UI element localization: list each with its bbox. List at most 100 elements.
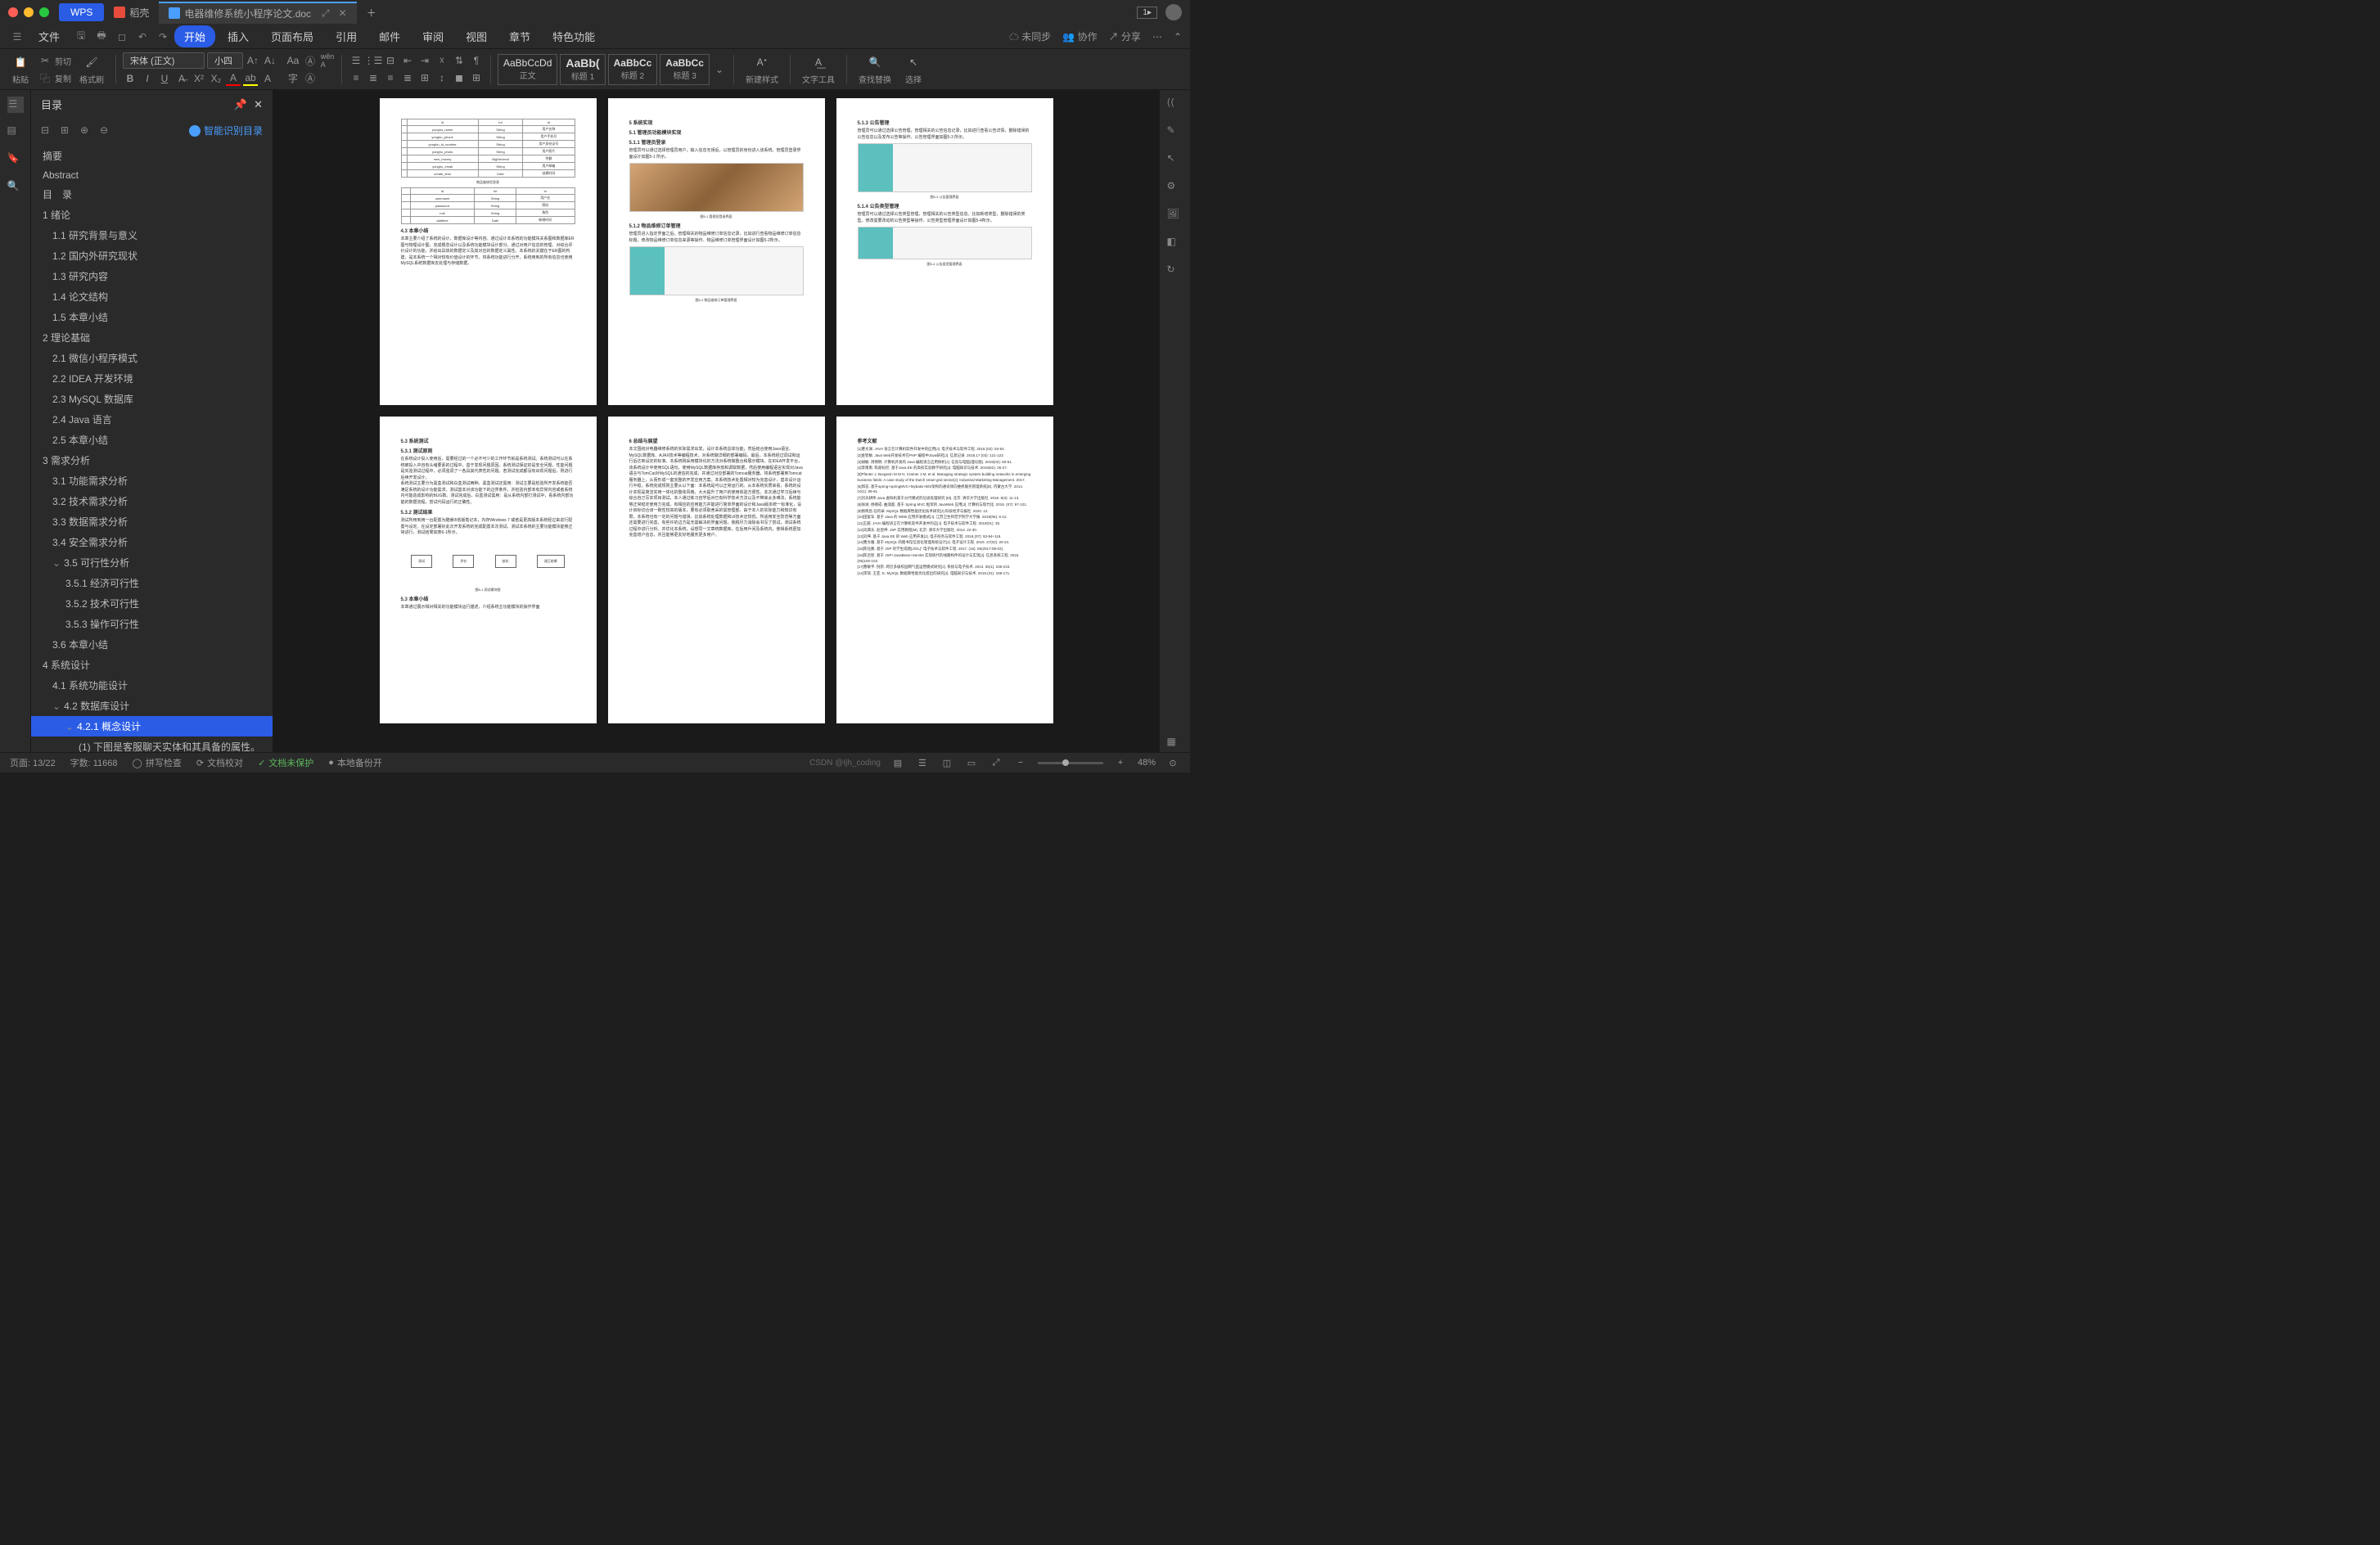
- outline-pin-icon[interactable]: 📌: [234, 98, 247, 111]
- align-justify-icon[interactable]: ≣: [400, 70, 415, 85]
- view-outline-icon[interactable]: ☰: [915, 755, 930, 770]
- toc-item[interactable]: 目 录: [31, 184, 273, 205]
- tab-document[interactable]: 电器维修系统小程序论文.doc⤢✕: [159, 2, 356, 24]
- toc-item[interactable]: 3.5 可行性分析: [31, 552, 273, 573]
- align-center-icon[interactable]: ≣: [366, 70, 381, 85]
- cursor-icon[interactable]: ↖: [1167, 152, 1183, 169]
- bullets-icon[interactable]: ☰: [349, 53, 363, 68]
- menu-insert[interactable]: 插入: [218, 25, 259, 47]
- maximize-icon[interactable]: [39, 7, 49, 17]
- style-heading3[interactable]: AaBbCc标题 3: [660, 54, 710, 85]
- toc-item[interactable]: 摘要: [31, 146, 273, 166]
- font-color-icon[interactable]: A: [226, 71, 241, 86]
- text-tool-button[interactable]: A͟文字工具: [797, 53, 840, 85]
- preview-icon[interactable]: ◻: [113, 28, 131, 46]
- align-right-icon[interactable]: ≡: [383, 70, 398, 85]
- italic-icon[interactable]: I: [140, 71, 155, 86]
- document-canvas[interactable]: IdIntidyonghu_nameString用户名称yonghu_phone…: [273, 90, 1159, 752]
- apps-icon[interactable]: ▦: [1167, 736, 1183, 752]
- borders-icon[interactable]: ⊞: [469, 70, 484, 85]
- cut-button[interactable]: ✂剪切: [38, 53, 71, 68]
- menu-file[interactable]: 文件: [29, 25, 70, 47]
- view-page-icon[interactable]: ▤: [890, 755, 905, 770]
- menu-chapter[interactable]: 章节: [499, 25, 540, 47]
- toc-item[interactable]: Abstract: [31, 166, 273, 184]
- adjust-icon[interactable]: ⚙: [1167, 180, 1183, 196]
- toc-item[interactable]: 2 理论基础: [31, 327, 273, 348]
- char-border-icon[interactable]: A: [260, 71, 275, 86]
- phonetic-icon[interactable]: wěnA: [320, 53, 335, 68]
- zoom-level[interactable]: 48%: [1138, 758, 1156, 768]
- case-icon[interactable]: Aa: [286, 53, 300, 68]
- outline-collapse-icon[interactable]: ⊟: [41, 124, 54, 137]
- view-read-icon[interactable]: ▭: [964, 755, 979, 770]
- collapse-right-icon[interactable]: ⟨⟨: [1167, 97, 1183, 113]
- toc-item[interactable]: 3.5.2 技术可行性: [31, 593, 273, 614]
- zoom-out-icon[interactable]: −: [1013, 755, 1028, 770]
- window-layout-icon[interactable]: 1▸: [1137, 7, 1157, 19]
- bold-icon[interactable]: B: [123, 71, 137, 86]
- menu-layout[interactable]: 页面布局: [261, 25, 323, 47]
- style-normal[interactable]: AaBbCcDd正文: [498, 54, 557, 85]
- fullscreen-icon[interactable]: ⤢: [989, 755, 1003, 770]
- status-doc-check[interactable]: ⟳ 文档校对: [196, 756, 243, 769]
- toc-item[interactable]: 1 绪论: [31, 205, 273, 225]
- new-tab-button[interactable]: ＋: [357, 2, 386, 23]
- toc-item[interactable]: 1.1 研究背景与意义: [31, 225, 273, 245]
- toc-item[interactable]: 1.2 国内外研究现状: [31, 245, 273, 266]
- select-button[interactable]: ↖选择: [899, 53, 927, 85]
- toc-item[interactable]: 4 系统设计: [31, 655, 273, 675]
- toc-item[interactable]: 2.1 微信小程序模式: [31, 348, 273, 368]
- outline-remove-icon[interactable]: ⊖: [100, 124, 113, 137]
- multilevel-icon[interactable]: ⊟: [383, 53, 398, 68]
- toc-item[interactable]: 4.2.1 概念设计: [31, 716, 273, 736]
- minimize-icon[interactable]: [24, 7, 34, 17]
- print-icon[interactable]: 🖶: [92, 28, 110, 46]
- menu-reference[interactable]: 引用: [326, 25, 367, 47]
- decrease-indent-icon[interactable]: ⇤: [400, 53, 415, 68]
- pages-panel-icon[interactable]: ▤: [7, 124, 24, 141]
- zoom-in-icon[interactable]: +: [1113, 755, 1128, 770]
- save-icon[interactable]: 🖫: [72, 28, 90, 46]
- toc-item[interactable]: 4.2 数据库设计: [31, 696, 273, 716]
- outline-list[interactable]: 摘要Abstract目 录1 绪论1.1 研究背景与意义1.2 国内外研究现状 1…: [31, 142, 273, 752]
- toc-item[interactable]: 3.6 本章小结: [31, 634, 273, 655]
- find-replace-button[interactable]: 🔍查找替换: [854, 53, 896, 85]
- sync-status[interactable]: ☁ 未同步: [1009, 29, 1051, 43]
- view-web-icon[interactable]: ◫: [940, 755, 954, 770]
- increase-indent-icon[interactable]: ⇥: [417, 53, 432, 68]
- shrink-font-icon[interactable]: A↓: [263, 53, 277, 68]
- superscript-icon[interactable]: X²: [192, 71, 206, 86]
- toc-item[interactable]: 3.2 技术需求分析: [31, 491, 273, 511]
- status-backup[interactable]: ● 本地备份开: [328, 756, 382, 769]
- new-style-button[interactable]: Aᐩ新建样式: [741, 53, 783, 85]
- toc-item[interactable]: 1.5 本章小结: [31, 307, 273, 327]
- collapse-ribbon-icon[interactable]: ⌃: [1174, 31, 1182, 43]
- numbering-icon[interactable]: ⋮☰: [366, 53, 381, 68]
- strike-icon[interactable]: A̶: [174, 71, 189, 86]
- smart-toc-button[interactable]: 智能识别目录: [189, 124, 263, 137]
- align-left-icon[interactable]: ≡: [349, 70, 363, 85]
- toc-item[interactable]: 3.4 安全需求分析: [31, 532, 273, 552]
- clear-format-icon[interactable]: Ⓐ: [303, 53, 318, 68]
- menu-review[interactable]: 审阅: [412, 25, 453, 47]
- toc-item[interactable]: 2.2 IDEA 开发环境: [31, 368, 273, 389]
- toc-item[interactable]: 3.3 数据需求分析: [31, 511, 273, 532]
- pen-icon[interactable]: ✎: [1167, 124, 1183, 141]
- copy-button[interactable]: ⿻复制: [38, 70, 71, 85]
- underline-icon[interactable]: U: [157, 71, 172, 86]
- toc-item[interactable]: 2.5 本章小结: [31, 430, 273, 450]
- tab-daoke[interactable]: 稻壳: [104, 2, 159, 23]
- font-size-select[interactable]: 小四: [207, 52, 243, 69]
- outline-add-icon[interactable]: ⊕: [80, 124, 93, 137]
- distribute-icon[interactable]: ⊞: [417, 70, 432, 85]
- style-heading2[interactable]: AaBbCc标题 2: [608, 54, 658, 85]
- format-painter-button[interactable]: 🖌格式刷: [74, 53, 109, 85]
- subscript-icon[interactable]: X₂: [209, 71, 223, 86]
- outline-expand-icon[interactable]: ⊞: [61, 124, 74, 137]
- history-icon[interactable]: ↻: [1167, 264, 1183, 280]
- outline-close-icon[interactable]: ✕: [254, 98, 263, 111]
- sort-icon[interactable]: ⇅: [452, 53, 467, 68]
- close-icon[interactable]: [8, 7, 18, 17]
- toc-item[interactable]: 4.1 系统功能设计: [31, 675, 273, 696]
